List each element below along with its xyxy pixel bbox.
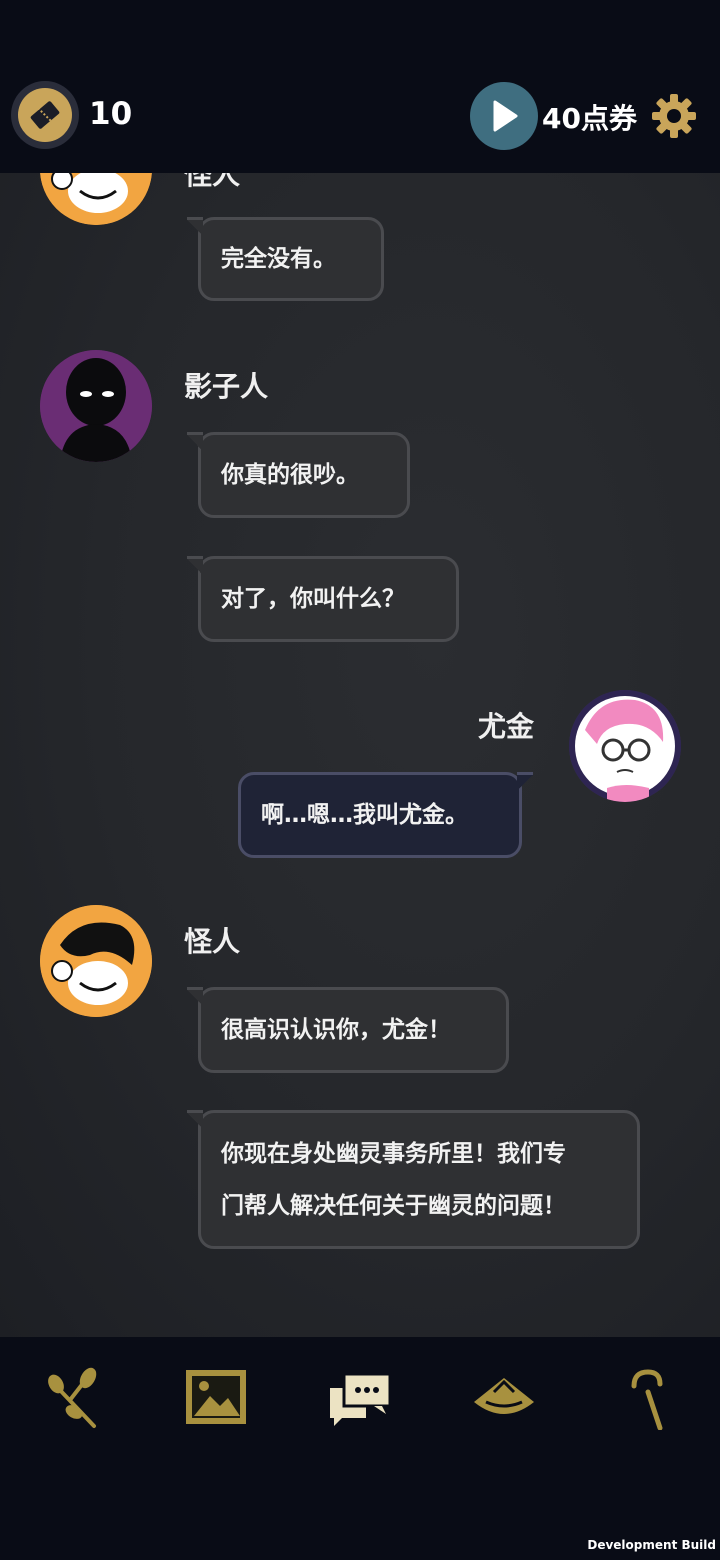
play-icon <box>493 100 518 132</box>
message-text-line: 你现在身处幽灵事务所里！我们专 <box>221 1140 566 1167</box>
message-bubble: 完全没有。 <box>187 217 384 301</box>
gallery-icon[interactable] <box>184 1366 248 1430</box>
avatar-strange-man <box>40 905 152 1017</box>
speaker-name: 影子人 <box>184 370 269 403</box>
hat-icon[interactable] <box>472 1366 536 1430</box>
speaker-name: 尤金 <box>478 710 535 743</box>
message-text: 啊…嗯…我叫尤金。 <box>261 802 468 828</box>
ticket-count: 10 <box>89 96 133 132</box>
top-bar: 10 40点券 <box>0 0 720 173</box>
play-ad-button[interactable] <box>470 82 538 150</box>
message-text: 对了，你叫什么？ <box>221 586 405 612</box>
message-bubble: 你真的很吵。 <box>187 432 410 518</box>
chat-icon[interactable] <box>328 1366 392 1430</box>
development-build-label: Development Build <box>587 1538 716 1552</box>
ticket-icon <box>18 88 72 142</box>
points-label: 40点券 <box>542 102 637 135</box>
message-text: 你真的很吵。 <box>221 462 359 488</box>
cane-icon[interactable] <box>620 1366 684 1431</box>
ticket-badge[interactable] <box>11 81 79 149</box>
branch-icon[interactable] <box>44 1366 108 1430</box>
message-bubble: 你现在身处幽灵事务所里！我们专 门帮人解决任何关于幽灵的问题！ <box>187 1110 640 1249</box>
avatar-shadow-man <box>40 350 152 462</box>
message-text: 很高识认识你，尤金！ <box>221 1017 451 1043</box>
message-bubble: 很高识认识你，尤金！ <box>187 987 509 1073</box>
speaker-name: 怪人 <box>184 173 241 191</box>
chat-area[interactable]: 怪人 完全没有。 影子人 你真的很吵。 对了，你叫什么？ 尤金 啊…嗯…我叫尤金… <box>0 173 720 1337</box>
message-bubble: 对了，你叫什么？ <box>187 556 459 642</box>
message-text: 完全没有。 <box>221 246 336 272</box>
speaker-name: 怪人 <box>184 925 241 958</box>
message-bubble-user: 啊…嗯…我叫尤金。 <box>238 772 533 858</box>
avatar-strange-man <box>40 173 152 225</box>
message-text-line: 门帮人解决任何关于幽灵的问题！ <box>221 1192 566 1219</box>
settings-gear-icon[interactable] <box>650 92 698 140</box>
avatar-eugene <box>569 690 681 802</box>
